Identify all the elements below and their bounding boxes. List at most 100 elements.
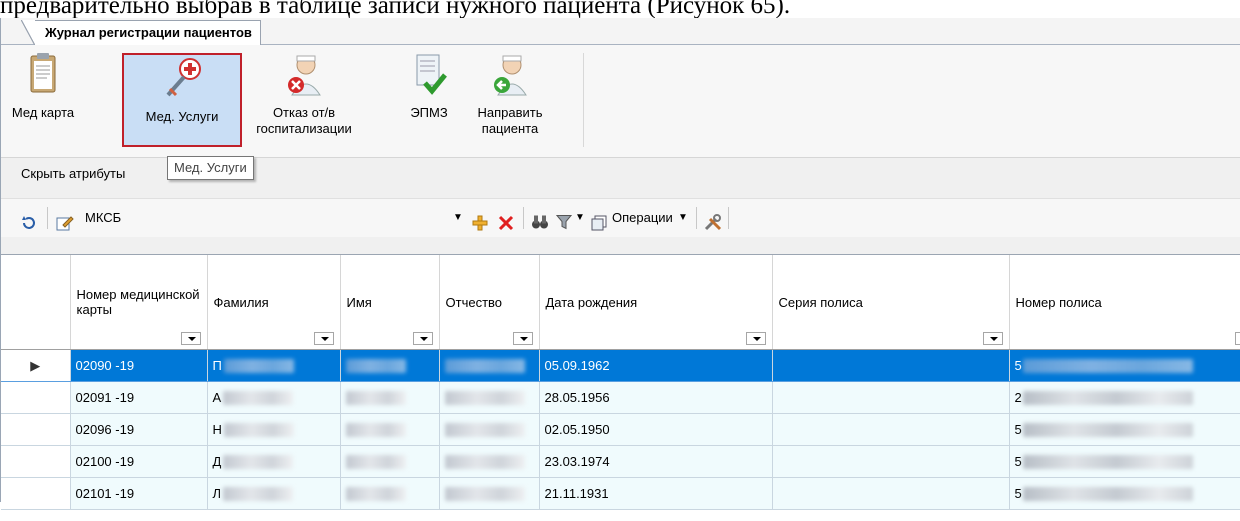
redacted-surname <box>224 359 294 373</box>
cell-name[interactable] <box>340 382 439 414</box>
cell-patronymic[interactable] <box>439 478 539 510</box>
cell-policy-series[interactable] <box>772 414 1009 446</box>
cell-policy-number[interactable]: 5 <box>1009 446 1240 478</box>
redacted-patronymic <box>445 359 525 373</box>
cell-card-number[interactable]: 02090 -19 <box>70 350 207 382</box>
cell-birth-date[interactable]: 02.05.1950 <box>539 414 772 446</box>
cell-surname[interactable]: Д <box>207 446 340 478</box>
filter-value[interactable]: МКСБ <box>85 205 121 231</box>
row-indicator <box>1 478 70 510</box>
operations-icon <box>591 210 607 236</box>
cell-patronymic[interactable] <box>439 350 539 382</box>
cell-policy-series[interactable] <box>772 478 1009 510</box>
cell-patronymic[interactable] <box>439 382 539 414</box>
column-filter-dropdown[interactable] <box>181 332 201 345</box>
med-services-label: Мед. Услуги <box>124 109 240 125</box>
redacted-patronymic <box>445 487 525 501</box>
refresh-icon[interactable] <box>21 210 37 236</box>
cell-surname[interactable]: Л <box>207 478 340 510</box>
cell-policy-number[interactable]: 5 <box>1009 414 1240 446</box>
cell-policy-series[interactable] <box>772 446 1009 478</box>
operations-button[interactable]: Операции <box>612 205 673 231</box>
column-label: Номер полиса <box>1016 295 1102 310</box>
tab-patient-registry[interactable]: Журнал регистрации пациентов <box>34 20 261 46</box>
cell-surname[interactable]: А <box>207 382 340 414</box>
cell-policy-series[interactable] <box>772 350 1009 382</box>
cell-birth-date[interactable]: 28.05.1956 <box>539 382 772 414</box>
redacted-surname <box>223 487 293 501</box>
column-header-surname[interactable]: Фамилия <box>207 255 340 350</box>
cell-policy-number[interactable]: 5 <box>1009 350 1240 382</box>
column-label: Номер медицинской карты <box>77 287 200 317</box>
cell-card-number[interactable]: 02101 -19 <box>70 478 207 510</box>
column-filter-dropdown[interactable] <box>513 332 533 345</box>
cell-name[interactable] <box>340 414 439 446</box>
cell-birth-date[interactable]: 21.11.1931 <box>539 478 772 510</box>
medical-services-icon <box>162 55 202 101</box>
refuse-hospitalization-button[interactable]: Отказ от/в госпитализации <box>245 51 363 147</box>
current-row-arrow-icon: ▶ <box>30 358 40 373</box>
med-card-button[interactable]: Мед карта <box>5 51 81 147</box>
cell-card-number[interactable]: 02096 -19 <box>70 414 207 446</box>
redacted-surname <box>223 391 293 405</box>
column-header-birth-date[interactable]: Дата рождения <box>539 255 772 350</box>
refer-patient-button[interactable]: Направить пациента <box>467 51 553 147</box>
cell-name[interactable] <box>340 478 439 510</box>
policy-prefix: 5 <box>1015 358 1022 373</box>
cell-birth-date[interactable]: 05.09.1962 <box>539 350 772 382</box>
grid-toolbar: МКСБ ▼ ▼ Операции ▼ <box>1 198 1240 237</box>
table-row[interactable]: ▶ 02090 -19П 05.09.1962 5 <box>1 350 1240 382</box>
cell-surname[interactable]: Н <box>207 414 340 446</box>
edit-icon[interactable] <box>56 210 74 236</box>
cell-policy-series[interactable] <box>772 382 1009 414</box>
column-filter-dropdown[interactable] <box>314 332 334 345</box>
toolbar-separator <box>696 207 697 229</box>
column-label: Отчество <box>446 295 503 310</box>
column-header-policy-series[interactable]: Серия полиса <box>772 255 1009 350</box>
delete-icon[interactable] <box>498 210 514 236</box>
filter-dropdown-arrow[interactable]: ▼ <box>453 205 463 231</box>
cell-policy-number[interactable]: 2 <box>1009 382 1240 414</box>
binoculars-icon[interactable] <box>531 209 549 235</box>
toolbar-separator <box>523 207 524 229</box>
cell-surname[interactable]: П <box>207 350 340 382</box>
table-row[interactable]: 02091 -19 А 28.05.1956 2 <box>1 382 1240 414</box>
hide-attributes-link[interactable]: Скрыть атрибуты <box>21 166 125 181</box>
column-header-name[interactable]: Имя <box>340 255 439 350</box>
column-filter-dropdown[interactable] <box>413 332 433 345</box>
cell-birth-date[interactable]: 23.03.1974 <box>539 446 772 478</box>
column-filter-dropdown[interactable] <box>746 332 766 345</box>
column-header-card-number[interactable]: Номер медицинской карты <box>70 255 207 350</box>
row-indicator <box>1 414 70 446</box>
cell-card-number[interactable]: 02091 -19 <box>70 382 207 414</box>
doctor-refuse-icon <box>284 51 324 97</box>
filter-icon[interactable] <box>556 209 572 235</box>
cell-policy-number[interactable]: 5 <box>1009 478 1240 510</box>
cell-name[interactable] <box>340 446 439 478</box>
cell-patronymic[interactable] <box>439 414 539 446</box>
surname-initial: А <box>213 390 222 405</box>
column-header-patronymic[interactable]: Отчество <box>439 255 539 350</box>
epmz-button[interactable]: ЭПМЗ <box>401 51 457 147</box>
table-row[interactable]: 02101 -19Л 21.11.1931 5 <box>1 478 1240 510</box>
tools-icon[interactable] <box>704 209 722 235</box>
toolbar-separator <box>728 207 729 229</box>
toolbar-separator <box>47 207 48 229</box>
cell-card-number[interactable]: 02100 -19 <box>70 446 207 478</box>
table-row[interactable]: 02100 -19Д 23.03.1974 5 <box>1 446 1240 478</box>
filter-menu-arrow[interactable]: ▼ <box>575 205 585 231</box>
cell-name[interactable] <box>340 350 439 382</box>
redacted-patronymic <box>445 455 525 469</box>
add-icon[interactable] <box>472 210 488 236</box>
table-row[interactable]: 02096 -19Н 02.05.1950 5 <box>1 414 1240 446</box>
refuse-hospitalization-label: Отказ от/в госпитализации <box>245 105 363 137</box>
cell-patronymic[interactable] <box>439 446 539 478</box>
column-filter-dropdown[interactable] <box>1235 332 1240 345</box>
operations-dropdown-arrow[interactable]: ▼ <box>678 205 688 231</box>
column-header-policy-number[interactable]: Номер полиса <box>1009 255 1240 350</box>
column-label: Дата рождения <box>546 295 638 310</box>
redacted-patronymic <box>445 423 525 437</box>
column-filter-dropdown[interactable] <box>983 332 1003 345</box>
clipboard-icon <box>23 51 63 97</box>
med-services-button[interactable]: Мед. Услуги <box>122 53 242 147</box>
